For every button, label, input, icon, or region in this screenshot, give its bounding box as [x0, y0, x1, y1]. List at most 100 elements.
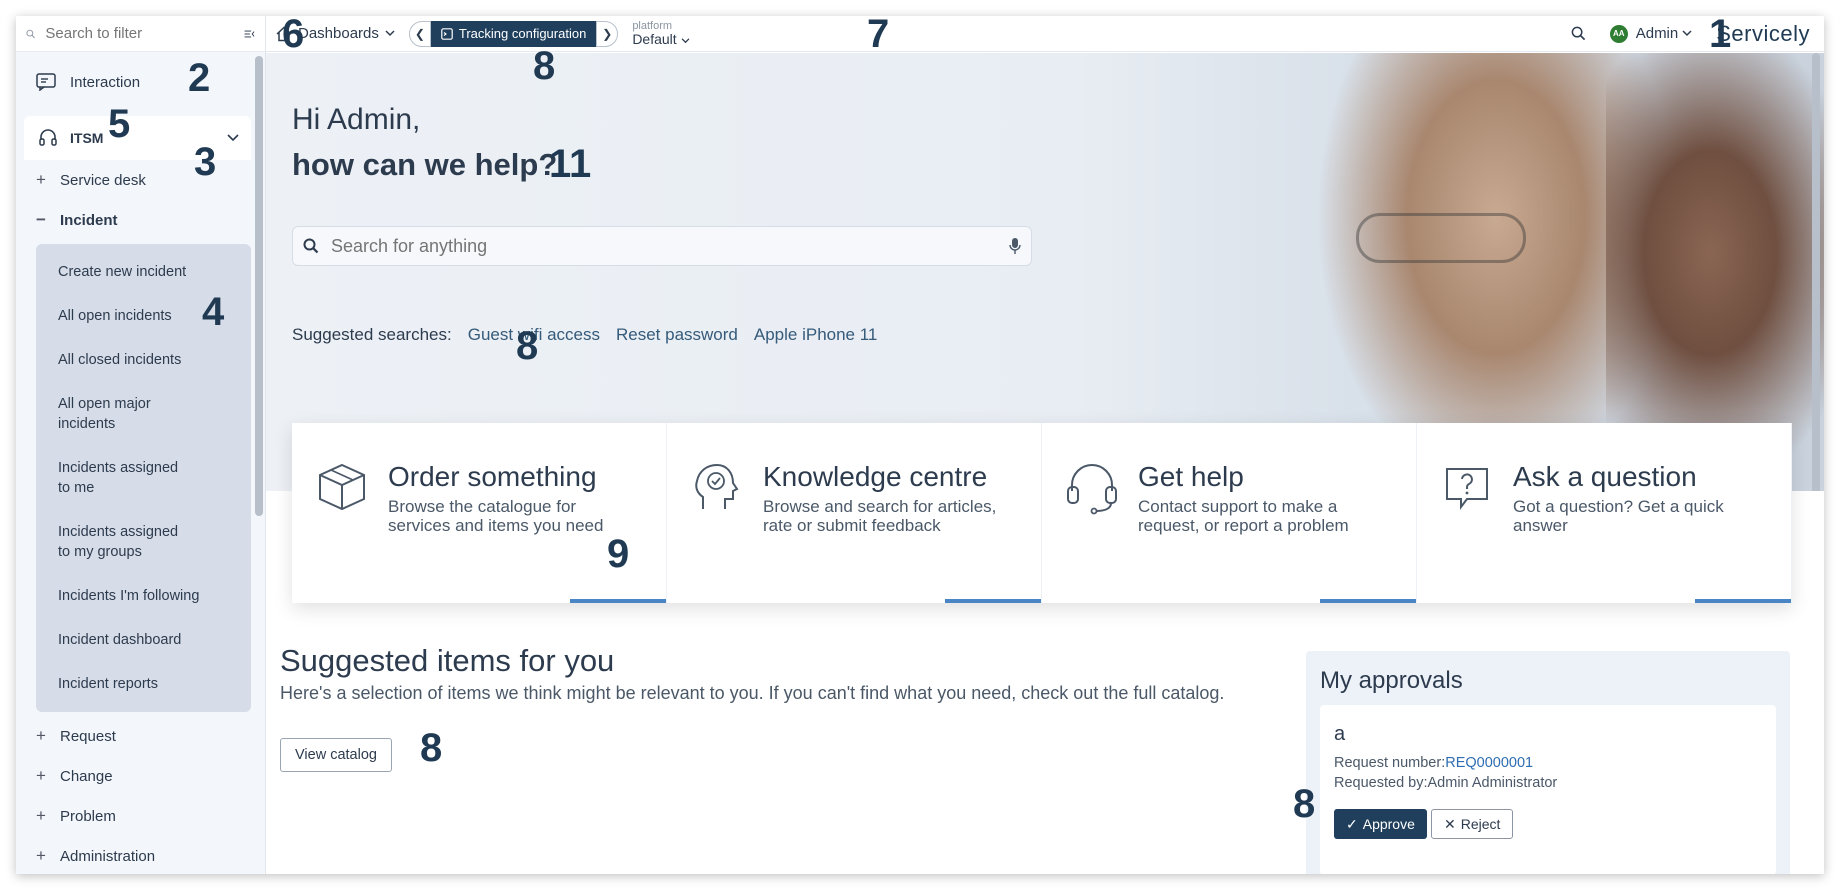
headset-icon — [39, 129, 57, 146]
microphone-icon[interactable] — [1009, 237, 1021, 255]
collapse-icon: − — [36, 210, 46, 229]
card-title: Get help — [1138, 461, 1244, 492]
my-approvals-panel: My approvals a Request number:REQ0000001… — [1306, 651, 1790, 874]
search-icon[interactable] — [1571, 26, 1586, 41]
annotation-marker: 8 — [533, 44, 556, 88]
sidebar-item-label: Request — [60, 727, 116, 745]
app-window: Interaction ITSM + Service desk − Incide… — [16, 16, 1824, 874]
chat-icon — [36, 73, 56, 91]
check-icon: ✓ — [1346, 815, 1358, 832]
suggested-searches-caption: Suggested searches: — [292, 325, 452, 344]
submenu-item[interactable]: All open major incidents — [36, 382, 186, 446]
submenu-item[interactable]: Incidents assigned to me — [36, 446, 211, 510]
annotation-marker: 1 — [1709, 16, 1732, 56]
global-search-input[interactable] — [331, 235, 1009, 257]
sidebar-item-change[interactable]: + Change — [16, 756, 265, 796]
sidebar-item-administration[interactable]: + Administration — [16, 836, 265, 874]
top-bar-right: AA Admin Servicely — [1571, 21, 1810, 47]
platform-selector[interactable]: platform Default — [632, 21, 689, 46]
annotation-marker: 5 — [108, 102, 131, 146]
card-description: Browse the catalogue for services and it… — [388, 497, 604, 535]
submenu-item[interactable]: Create new incident — [36, 250, 251, 294]
annotation-marker: 2 — [188, 56, 211, 100]
card-knowledge-centre[interactable]: Knowledge centre Browse and search for a… — [667, 423, 1042, 603]
sidebar-item-label: ITSM — [70, 130, 104, 146]
card-accent-bar — [1695, 599, 1791, 603]
submenu-item[interactable]: Incident reports — [36, 662, 251, 706]
expand-icon: + — [36, 726, 46, 745]
sidebar-scrollbar[interactable] — [255, 56, 263, 516]
sidebar-item-incident[interactable]: − Incident — [16, 200, 265, 240]
sidebar-item-service-desk[interactable]: + Service desk — [16, 160, 265, 200]
tab-tracking-configuration[interactable]: Tracking configuration — [430, 20, 597, 47]
question-icon — [1446, 468, 1488, 510]
dashboards-label: Dashboards — [298, 25, 379, 42]
close-icon: ✕ — [1444, 815, 1456, 832]
sidebar-item-itsm[interactable]: ITSM — [24, 116, 251, 160]
requested-by: Requested by:Admin Administrator — [1334, 775, 1558, 791]
chevron-down-icon — [385, 30, 395, 37]
suggested-search-link[interactable]: Reset password — [616, 325, 738, 345]
sidebar-item-label: Incident — [60, 211, 118, 229]
annotation-marker: 4 — [202, 290, 225, 334]
card-description: Browse and search for articles, rate or … — [763, 497, 997, 535]
itsm-section: ITSM — [24, 116, 251, 160]
filter-input[interactable] — [45, 25, 245, 42]
card-get-help[interactable]: Get help Contact support to make a reque… — [1042, 423, 1417, 603]
chevron-right-icon[interactable]: ❯ — [596, 20, 619, 47]
knowledge-icon — [695, 463, 739, 509]
chevron-down-icon[interactable] — [227, 134, 239, 142]
card-description: Contact support to make a request, or re… — [1138, 497, 1349, 535]
submenu-item[interactable]: Incidents assigned to my groups — [36, 510, 211, 574]
hero-photo — [1356, 213, 1526, 263]
global-search[interactable] — [292, 226, 1032, 266]
sidebar-item-interaction[interactable]: Interaction — [16, 52, 265, 112]
user-menu[interactable]: Admin — [1636, 25, 1679, 42]
submenu-item[interactable]: Incident dashboard — [36, 618, 251, 662]
main-content: Hi Admin, how can we help? Suggested sea… — [266, 53, 1824, 874]
avatar[interactable]: AA — [1609, 24, 1628, 43]
sidebar: Interaction ITSM + Service desk − Incide… — [16, 16, 266, 874]
reject-button[interactable]: ✕ Reject — [1431, 809, 1514, 839]
approve-button[interactable]: ✓ Approve — [1334, 809, 1427, 839]
approval-item-name: a — [1334, 723, 1346, 745]
card-title: Knowledge centre — [763, 461, 988, 492]
approval-card: a Request number:REQ0000001 Requested by… — [1320, 705, 1776, 874]
chevron-down-icon — [1682, 30, 1692, 37]
approvals-title: My approvals — [1320, 667, 1463, 694]
card-title: Order something — [388, 461, 597, 492]
card-ask-a-question[interactable]: Ask a question Got a question? Get a qui… — [1417, 423, 1792, 603]
sidebar-item-request[interactable]: + Request — [16, 716, 265, 756]
suggested-search-link[interactable]: Apple iPhone 11 — [754, 325, 878, 345]
annotation-marker: 9 — [607, 532, 630, 576]
suggested-items-description: Here's a selection of items we think mig… — [280, 683, 1225, 703]
platform-value: Default — [632, 32, 689, 46]
card-accent-bar — [1320, 599, 1416, 603]
card-accent-bar — [570, 599, 666, 603]
sidebar-item-problem[interactable]: + Problem — [16, 796, 265, 836]
tab-label: Tracking configuration — [458, 26, 587, 41]
filter-bar — [16, 16, 265, 52]
view-catalog-button[interactable]: View catalog — [280, 738, 392, 772]
card-title: Ask a question — [1513, 461, 1697, 492]
card-order-something[interactable]: Order something Browse the catalogue for… — [292, 423, 667, 603]
greeting: Hi Admin, — [292, 103, 421, 136]
annotation-marker: 6 — [282, 16, 305, 56]
expand-icon: + — [36, 766, 46, 785]
headset-icon — [1067, 464, 1117, 515]
expand-icon: + — [36, 806, 46, 825]
sidebar-item-label: Change — [60, 767, 113, 785]
collapse-menu-icon[interactable] — [244, 26, 255, 42]
sidebar-item-label: Problem — [60, 807, 116, 825]
action-cards: Order something Browse the catalogue for… — [292, 423, 1792, 603]
main-scrollbar[interactable] — [1812, 53, 1820, 491]
annotation-marker: 3 — [194, 140, 217, 184]
chevron-left-icon[interactable]: ❮ — [408, 20, 431, 47]
submenu-item[interactable]: Incidents I'm following — [36, 574, 251, 618]
request-number-link[interactable]: REQ0000001 — [1445, 755, 1533, 771]
card-description: Got a question? Get a quick answer — [1513, 497, 1724, 535]
submenu-item[interactable]: All closed incidents — [36, 338, 251, 382]
annotation-marker: 8 — [420, 726, 443, 770]
annotation-marker: 11 — [549, 142, 592, 186]
help-heading: how can we help? — [292, 147, 558, 182]
